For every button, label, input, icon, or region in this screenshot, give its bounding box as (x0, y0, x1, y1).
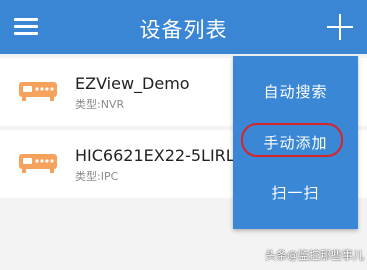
highlight-circle (241, 123, 343, 157)
recorder-device-icon (19, 154, 57, 173)
menu-item-auto-search[interactable]: 自动搜索 (233, 81, 358, 102)
device-name: EZView_Demo (75, 74, 190, 93)
page-title: 设备列表 (139, 18, 228, 42)
app-header: 设备列表 (0, 0, 367, 54)
recorder-device-icon (19, 82, 57, 101)
device-type: 类型:IPC (75, 170, 119, 183)
watermark: 头条@监控那些事儿 (265, 249, 364, 262)
plus-icon[interactable] (326, 13, 354, 41)
device-type: 类型:NVR (75, 98, 125, 111)
menu-item-scan[interactable]: 扫一扫 (233, 182, 358, 203)
